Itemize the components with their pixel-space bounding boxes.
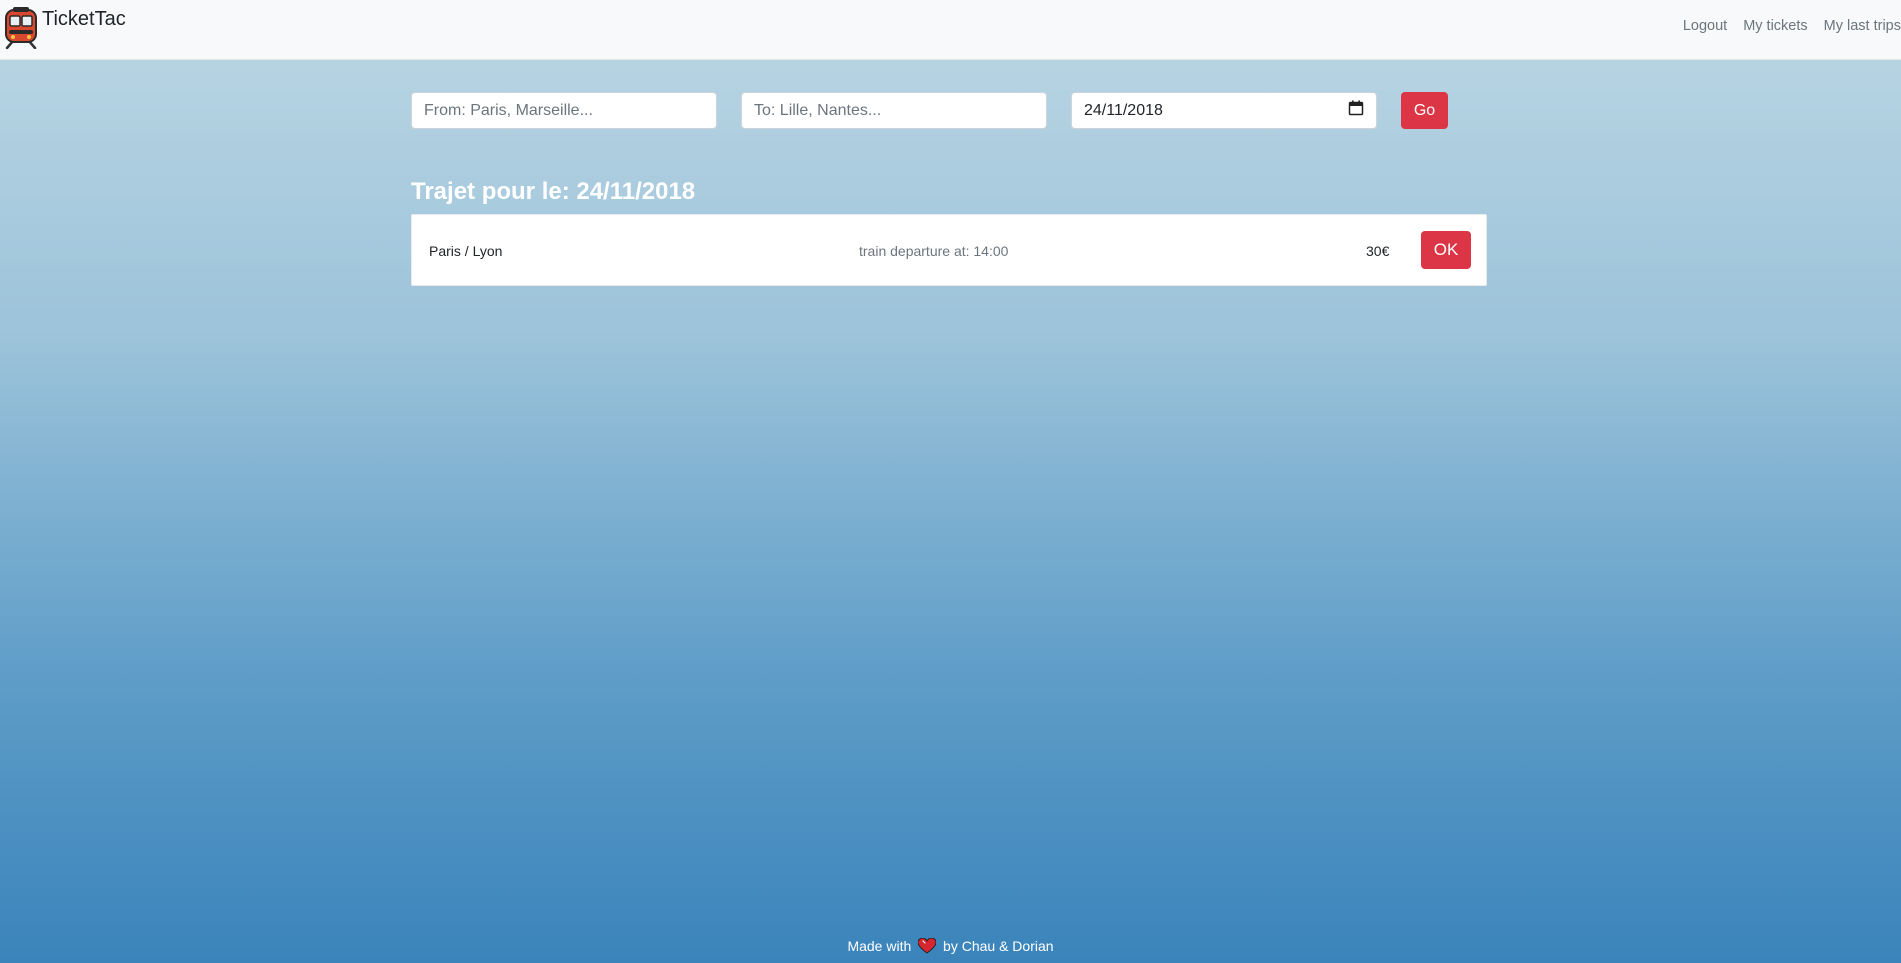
footer: Made with by Chau & Dorian [0, 937, 1901, 954]
from-input[interactable] [411, 92, 717, 129]
my-last-trips-link[interactable]: My last trips [1824, 18, 1901, 34]
trip-departure: train departure at: 14:00 [859, 243, 1009, 259]
brand-name[interactable]: TicketTac [42, 8, 126, 31]
results-heading: Trajet pour le: 24/11/2018 [411, 178, 696, 205]
logout-link[interactable]: Logout [1683, 18, 1727, 34]
calendar-icon[interactable] [1348, 100, 1364, 121]
go-button[interactable]: Go [1401, 92, 1448, 129]
brand[interactable] [4, 7, 38, 54]
footer-prefix: Made with [847, 938, 912, 954]
footer-suffix: by Chau & Dorian [943, 938, 1054, 954]
train-icon [4, 7, 38, 54]
my-tickets-link[interactable]: My tickets [1743, 18, 1807, 34]
to-input[interactable] [741, 92, 1047, 129]
navbar: TicketTac Logout My tickets My last trip… [0, 0, 1901, 60]
trip-price: 30€ [1366, 243, 1390, 259]
book-trip-button[interactable]: OK [1421, 231, 1471, 269]
date-input[interactable]: 24/11/2018 [1071, 92, 1377, 129]
heart-icon [917, 937, 937, 954]
trip-card: Paris / Lyon train departure at: 14:00 3… [411, 214, 1487, 286]
nav-links: Logout My tickets My last trips [1667, 18, 1901, 34]
date-value: 24/11/2018 [1084, 101, 1163, 119]
trip-route: Paris / Lyon [429, 243, 503, 259]
